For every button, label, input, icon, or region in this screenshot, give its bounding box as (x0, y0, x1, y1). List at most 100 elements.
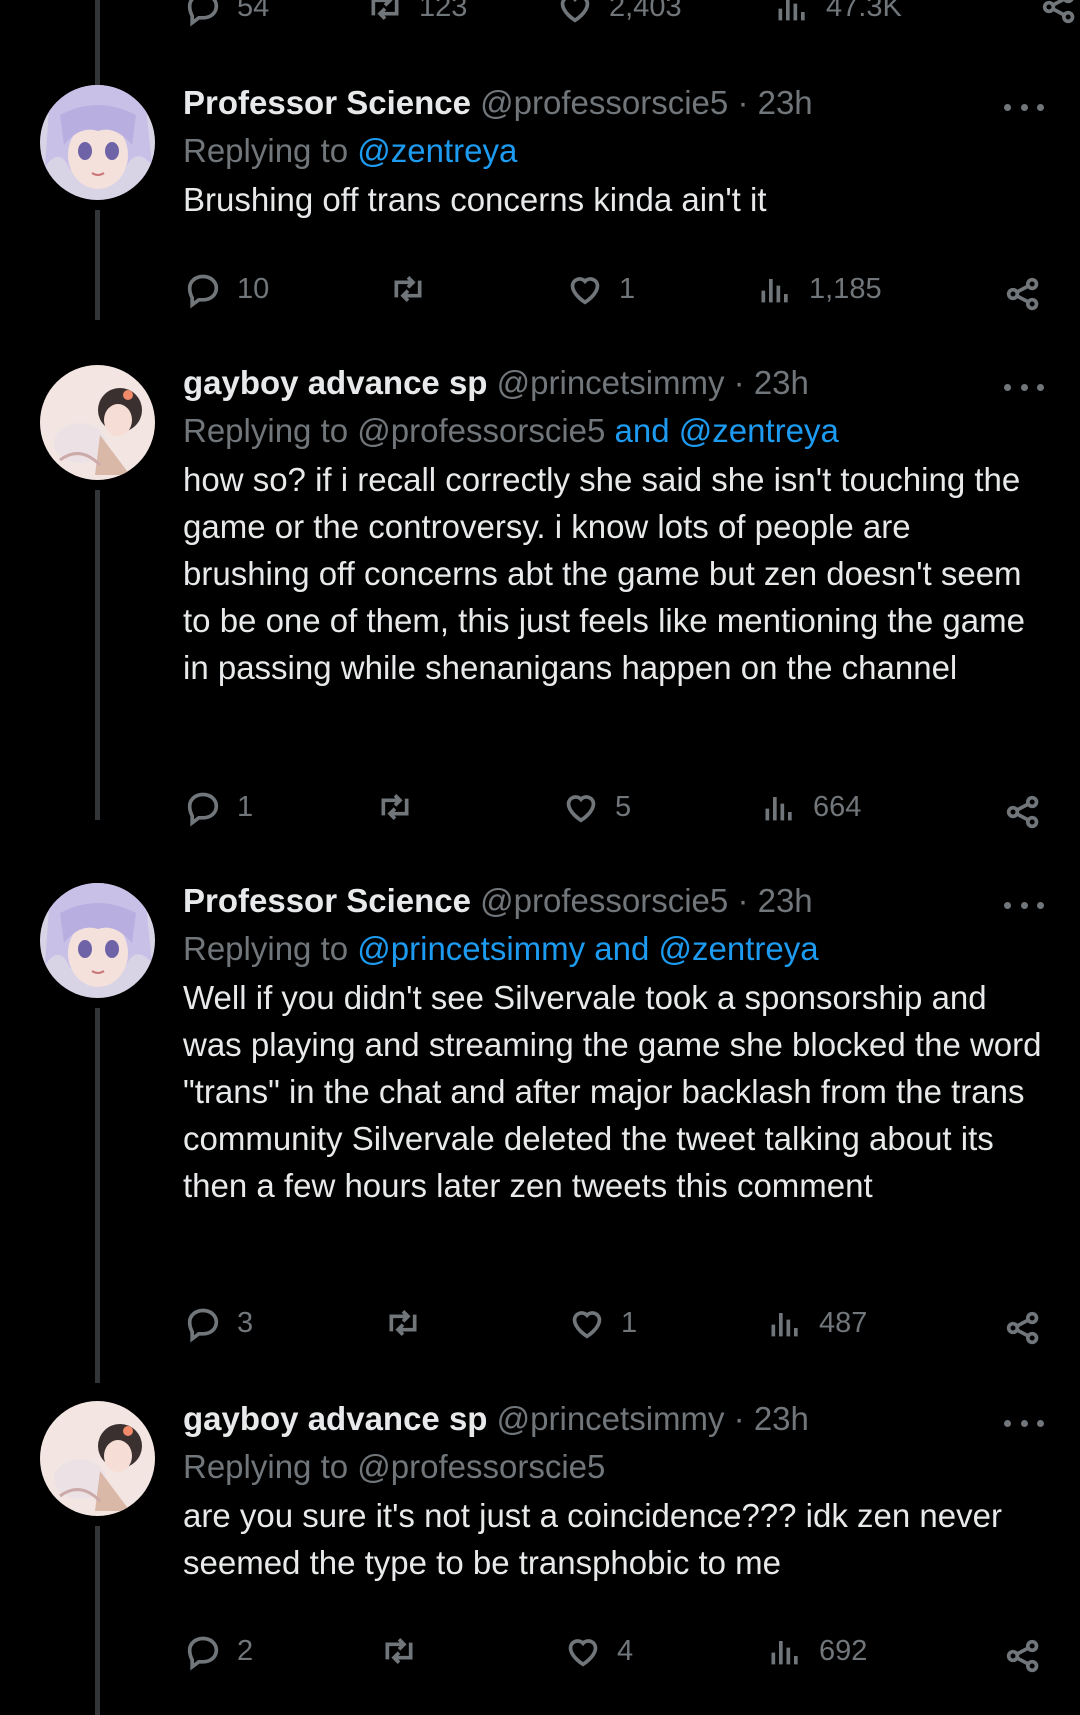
like-button[interactable]: 5 (561, 782, 631, 832)
share-button[interactable] (1003, 1631, 1043, 1681)
views-bar-chart-icon (771, 1641, 798, 1665)
views-count: 47.3K (826, 0, 902, 23)
retweet-icon (394, 276, 422, 302)
replying-to-prefix: Replying to (183, 132, 358, 169)
reply-thread: 54 123 2,403 47.3K Professor Science @pr… (0, 0, 1080, 1715)
views-button[interactable]: 1,185 (755, 264, 882, 314)
like-count: 1 (619, 272, 636, 305)
display-name[interactable]: gayboy advance sp (183, 364, 487, 401)
tweet-header: gayboy advance sp @princetsimmy · 23h (183, 1396, 1043, 1442)
tweet-text: Brushing off trans concerns kinda ain't … (183, 181, 767, 218)
more-options-button[interactable] (1004, 377, 1044, 397)
user-handle[interactable]: @professorscie5 (480, 882, 728, 919)
avatar[interactable] (40, 365, 155, 480)
views-bar-chart-icon (771, 1313, 798, 1337)
like-count: 5 (615, 790, 632, 823)
tweet-text: how so? if i recall correctly she said s… (183, 461, 1025, 686)
timestamp[interactable]: · 23h (737, 84, 812, 121)
replying-to: Replying to @professorscie5 and @zentrey… (183, 406, 1043, 456)
replying-to-plain[interactable]: @professorscie5 (357, 1448, 605, 1485)
avatar[interactable] (40, 85, 155, 200)
retweet-button[interactable] (388, 264, 442, 314)
user-handle[interactable]: @princetsimmy (497, 1400, 725, 1437)
replying-to-prefix: Replying to (183, 1448, 358, 1485)
like-count: 2,403 (609, 0, 682, 23)
more-dots-icon (1004, 1419, 1011, 1427)
like-button[interactable]: 1 (567, 1298, 637, 1348)
reply-button[interactable]: 10 (183, 264, 269, 314)
more-options-button[interactable] (1004, 895, 1044, 915)
like-button[interactable]: 4 (563, 1626, 633, 1676)
views-bar-chart-icon (765, 797, 792, 821)
reply-button[interactable]: 3 (183, 1298, 253, 1348)
share-icon (1006, 1639, 1039, 1673)
views-button[interactable]: 664 (759, 782, 861, 832)
timestamp[interactable]: · 23h (734, 364, 809, 401)
retweet-button[interactable] (379, 1626, 433, 1676)
replying-to-prefix: Replying to (183, 930, 358, 967)
avatar[interactable] (40, 883, 155, 998)
avatar[interactable] (40, 1401, 155, 1516)
replying-to: Replying to @princetsimmy and @zentreya (183, 924, 1043, 974)
share-button[interactable] (1003, 787, 1043, 837)
reply-bubble-icon (187, 792, 219, 827)
views-button[interactable]: 47.3K (772, 0, 902, 32)
display-name[interactable]: gayboy advance sp (183, 1400, 487, 1437)
heart-icon (572, 1311, 602, 1339)
views-button[interactable]: 692 (765, 1626, 867, 1676)
more-options-button[interactable] (1004, 1413, 1044, 1433)
tweet-actions: 1 5 664 (183, 782, 1043, 832)
replying-to-link[interactable]: @princetsimmy and @zentreya (357, 930, 818, 967)
share-button[interactable] (1003, 269, 1043, 319)
reply-count: 1 (237, 790, 254, 823)
reply-button[interactable]: 54 (183, 0, 269, 32)
share-icon (1006, 795, 1039, 829)
reply-button[interactable]: 2 (183, 1626, 253, 1676)
thread-line (95, 1526, 100, 1715)
heart-icon (570, 277, 600, 305)
display-name[interactable]: Professor Science (183, 84, 471, 121)
views-bar-chart-icon (778, 0, 805, 21)
heart-icon (568, 1639, 598, 1667)
like-count: 4 (617, 1634, 634, 1667)
retweet-button[interactable]: 123 (365, 0, 467, 32)
replying-to: Replying to @professorscie5 (183, 1442, 1043, 1492)
more-options-button[interactable] (1004, 97, 1044, 117)
reply-bubble-icon (187, 1636, 219, 1671)
share-button[interactable] (1039, 0, 1080, 32)
timestamp[interactable]: · 23h (734, 1400, 809, 1437)
retweet-icon (389, 1310, 417, 1336)
retweet-button[interactable] (375, 782, 429, 832)
user-handle[interactable]: @professorscie5 (480, 84, 728, 121)
views-count: 692 (819, 1634, 868, 1667)
replying-to-plain[interactable]: @professorscie5 (357, 412, 614, 449)
replying-to-link[interactable]: and @zentreya (615, 412, 839, 449)
timestamp[interactable]: · 23h (737, 882, 812, 919)
reply-count: 3 (237, 1306, 254, 1339)
retweet-button[interactable] (383, 1298, 437, 1348)
tweet-actions: 2 4 692 (183, 1626, 1043, 1676)
user-handle[interactable]: @princetsimmy (497, 364, 725, 401)
views-count: 1,185 (809, 272, 882, 305)
tweet-header: Professor Science @professorscie5 · 23h (183, 80, 1043, 126)
views-count: 487 (819, 1306, 868, 1339)
thread-line (95, 490, 100, 820)
retweet-icon (385, 1638, 413, 1664)
reply-button[interactable]: 1 (183, 782, 253, 832)
views-button[interactable]: 487 (765, 1298, 867, 1348)
reply-bubble-icon (187, 1308, 219, 1343)
like-button[interactable]: 2,403 (555, 0, 682, 32)
more-dots-icon (1004, 383, 1011, 391)
retweet-icon (371, 0, 399, 20)
tweet-content: Professor Science @professorscie5 · 23h … (183, 878, 1043, 1209)
share-button[interactable] (1003, 1303, 1043, 1353)
share-icon (1006, 1311, 1039, 1345)
replying-to-link[interactable]: @zentreya (357, 132, 517, 169)
top-tweet-actions: 54 123 2,403 47.3K (0, 0, 1080, 27)
heart-icon (560, 0, 590, 23)
like-count: 1 (621, 1306, 638, 1339)
tweet-content: gayboy advance sp @princetsimmy · 23h Re… (183, 360, 1043, 691)
display-name[interactable]: Professor Science (183, 882, 471, 919)
like-button[interactable]: 1 (565, 264, 635, 314)
tweet-header: Professor Science @professorscie5 · 23h (183, 878, 1043, 924)
